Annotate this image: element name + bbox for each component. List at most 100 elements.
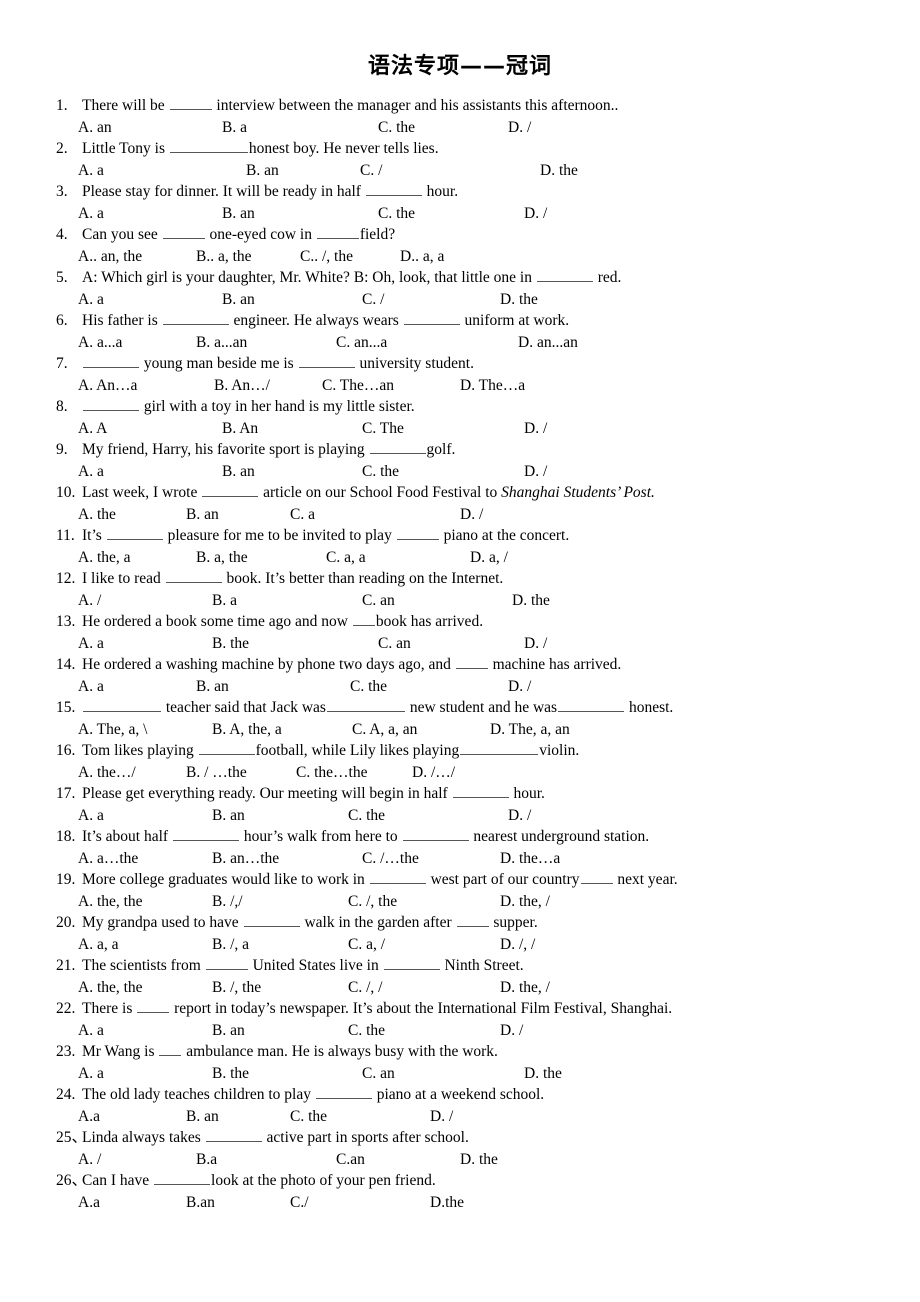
answer-blank-1[interactable] (536, 268, 593, 282)
option-choice[interactable]: A. a (78, 633, 104, 655)
option-choice[interactable]: A.. an, the (78, 246, 142, 268)
answer-blank-1[interactable] (452, 784, 509, 798)
option-choice[interactable]: C. the (290, 1106, 327, 1128)
option-choice[interactable]: B. A, the, a (212, 719, 282, 741)
answer-blank-2[interactable] (326, 698, 405, 712)
option-choice[interactable]: A. / (78, 590, 101, 612)
option-choice[interactable]: C. a (290, 504, 315, 526)
answer-blank-1[interactable] (165, 569, 222, 583)
answer-blank-1[interactable] (172, 827, 239, 841)
answer-blank-1[interactable] (154, 1171, 211, 1185)
option-choice[interactable]: A. the, the (78, 891, 143, 913)
option-choice[interactable]: C. A, a, an (352, 719, 417, 741)
option-choice[interactable]: B. an (222, 289, 255, 311)
option-choice[interactable]: D. / (430, 1106, 453, 1128)
option-choice[interactable]: C. The (362, 418, 404, 440)
answer-blank-2[interactable] (460, 741, 539, 755)
option-choice[interactable]: D. The, a, an (490, 719, 570, 741)
answer-blank-1[interactable] (198, 741, 255, 755)
option-choice[interactable]: C. /…the (362, 848, 419, 870)
option-choice[interactable]: A. the, a (78, 547, 131, 569)
answer-blank-2[interactable] (396, 526, 439, 540)
option-choice[interactable]: A. a (78, 160, 104, 182)
option-choice[interactable]: A. a (78, 1020, 104, 1042)
answer-blank-1[interactable] (159, 1042, 182, 1056)
option-choice[interactable]: B. a (222, 117, 247, 139)
answer-blank-1[interactable] (202, 483, 259, 497)
answer-blank-2[interactable] (298, 354, 355, 368)
option-choice[interactable]: B. An…/ (214, 375, 270, 397)
option-choice[interactable]: A. A (78, 418, 107, 440)
option-choice[interactable]: C. the…the (296, 762, 367, 784)
answer-blank-1[interactable] (205, 1128, 262, 1142)
option-choice[interactable]: C. the (378, 117, 415, 139)
answer-blank-1[interactable] (315, 1085, 372, 1099)
answer-blank-1[interactable] (137, 999, 170, 1013)
option-choice[interactable]: D. / (500, 1020, 523, 1042)
answer-blank-1[interactable] (83, 354, 139, 368)
option-choice[interactable]: C. the (348, 805, 385, 827)
answer-blank-1[interactable] (369, 440, 426, 454)
option-choice[interactable]: B. an (246, 160, 279, 182)
option-choice[interactable]: B. An (222, 418, 258, 440)
option-choice[interactable]: D.. a, a (400, 246, 444, 268)
option-choice[interactable]: B. an (212, 1020, 245, 1042)
answer-blank-1[interactable] (162, 225, 205, 239)
option-choice[interactable]: A.a (78, 1192, 100, 1214)
option-choice[interactable]: B. the (212, 1063, 249, 1085)
option-choice[interactable]: A. a…the (78, 848, 138, 870)
option-choice[interactable]: D. the…a (500, 848, 560, 870)
option-choice[interactable]: A. The, a, \ (78, 719, 147, 741)
option-choice[interactable]: A. a (78, 1063, 104, 1085)
option-choice[interactable]: A. a (78, 676, 104, 698)
option-choice[interactable]: A. the, the (78, 977, 143, 999)
option-choice[interactable]: C. The…an (322, 375, 394, 397)
answer-blank-1[interactable] (205, 956, 248, 970)
option-choice[interactable]: A. An…a (78, 375, 137, 397)
option-choice[interactable]: D. /…/ (412, 762, 455, 784)
option-choice[interactable]: B. a (212, 590, 237, 612)
option-choice[interactable]: D.the (430, 1192, 464, 1214)
answer-blank-2[interactable] (316, 225, 359, 239)
option-choice[interactable]: A. a (78, 203, 104, 225)
option-choice[interactable]: A. a (78, 289, 104, 311)
option-choice[interactable]: A. a (78, 461, 104, 483)
option-choice[interactable]: B. a, the (196, 547, 248, 569)
option-choice[interactable]: A. the…/ (78, 762, 136, 784)
option-choice[interactable]: D. / (508, 117, 531, 139)
answer-blank-1[interactable] (106, 526, 163, 540)
option-choice[interactable]: D. the (512, 590, 550, 612)
option-choice[interactable]: A. an (78, 117, 112, 139)
option-choice[interactable]: D. / (460, 504, 483, 526)
option-choice[interactable]: B. an (196, 676, 229, 698)
option-choice[interactable]: B. an (186, 1106, 219, 1128)
option-choice[interactable]: C. / (362, 289, 384, 311)
answer-blank-2[interactable] (383, 956, 440, 970)
option-choice[interactable]: D. the, / (500, 977, 550, 999)
option-choice[interactable]: C. / (360, 160, 382, 182)
option-choice[interactable]: A.a (78, 1106, 100, 1128)
answer-blank-2[interactable] (402, 827, 469, 841)
option-choice[interactable]: B.. a, the (196, 246, 252, 268)
option-choice[interactable]: C. an (362, 1063, 395, 1085)
answer-blank-1[interactable] (455, 655, 488, 669)
option-choice[interactable]: B.a (196, 1149, 217, 1171)
option-choice[interactable]: C. a, a (326, 547, 366, 569)
option-choice[interactable]: B. an…the (212, 848, 279, 870)
option-choice[interactable]: D. /, / (500, 934, 535, 956)
answer-blank-2[interactable] (580, 870, 613, 884)
answer-blank-1[interactable] (162, 311, 229, 325)
option-choice[interactable]: B. the (212, 633, 249, 655)
option-choice[interactable]: B. /, the (212, 977, 261, 999)
option-choice[interactable]: D. / (524, 461, 547, 483)
option-choice[interactable]: D. an...an (518, 332, 578, 354)
option-choice[interactable]: D. / (508, 805, 531, 827)
option-choice[interactable]: B. an (186, 504, 219, 526)
option-choice[interactable]: C. a, / (348, 934, 385, 956)
answer-blank-1[interactable] (169, 139, 248, 153)
answer-blank-1[interactable] (365, 182, 422, 196)
answer-blank-1[interactable] (169, 96, 212, 110)
option-choice[interactable]: C. an (378, 633, 411, 655)
answer-blank-2[interactable] (456, 913, 489, 927)
option-choice[interactable]: A. / (78, 1149, 101, 1171)
